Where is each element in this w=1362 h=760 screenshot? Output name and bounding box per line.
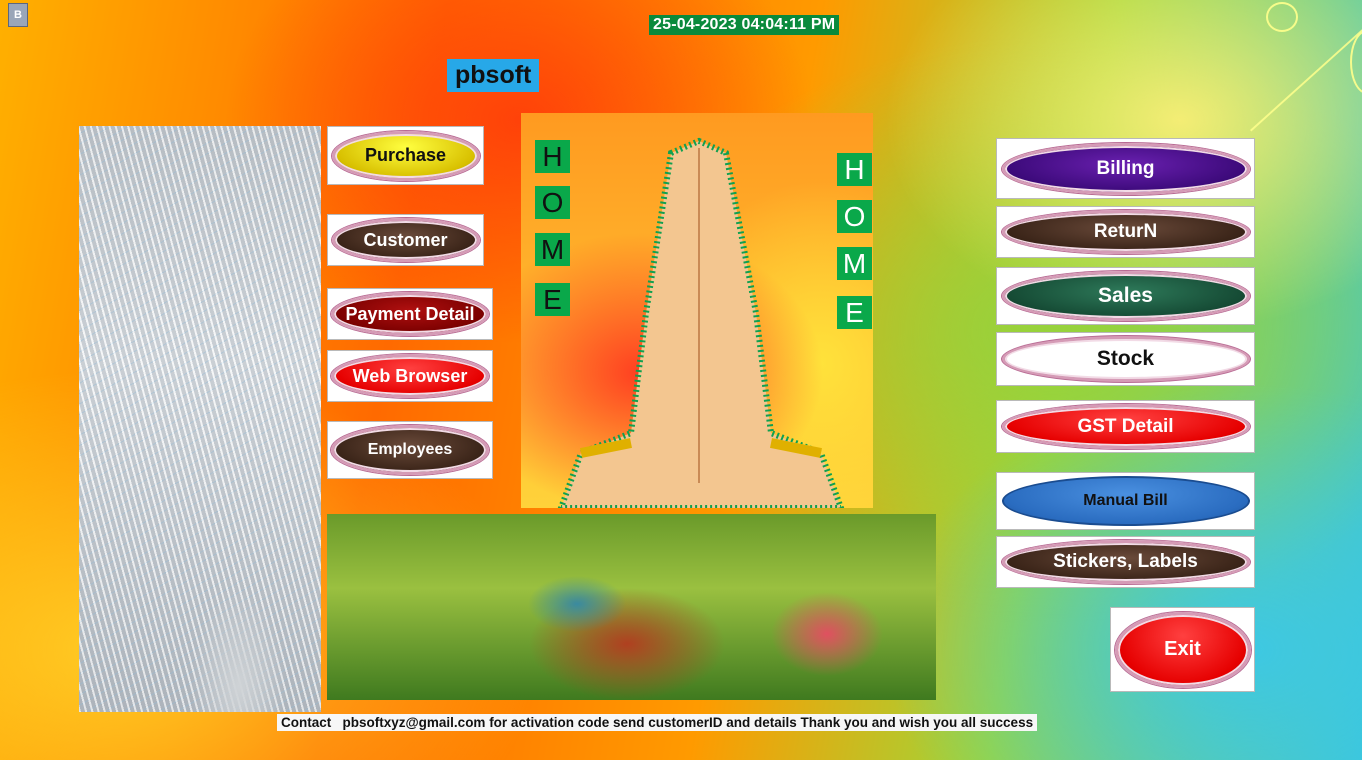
stock-pill[interactable]: Stock: [1001, 336, 1250, 382]
web-browser-pill[interactable]: Web Browser: [331, 354, 489, 398]
deco-line: [1250, 22, 1362, 132]
app-icon[interactable]: B: [8, 3, 28, 27]
gst-detail-button[interactable]: GST Detail: [996, 400, 1255, 453]
peacock-pair-image: [327, 514, 936, 700]
home-letter-left: O: [535, 186, 570, 219]
praying-hands-icon: [557, 137, 845, 508]
stickers-labels-pill[interactable]: Stickers, Labels: [1001, 540, 1250, 584]
manual-bill-button[interactable]: Manual Bill: [996, 472, 1255, 530]
purchase-button[interactable]: Purchase: [327, 126, 484, 185]
payment-detail-button[interactable]: Payment Detail: [327, 288, 493, 340]
billing-pill[interactable]: Billing: [1001, 142, 1250, 195]
home-letter-left: E: [535, 283, 570, 316]
manual-bill-pill[interactable]: Manual Bill: [1001, 476, 1250, 526]
gst-detail-pill[interactable]: GST Detail: [1001, 404, 1250, 449]
manual-bill-label: Manual Bill: [1083, 492, 1168, 509]
praying-hands-image: [521, 113, 873, 508]
home-letter-right: H: [837, 153, 872, 186]
home-letter-right: E: [837, 296, 872, 329]
stickers-labels-button[interactable]: Stickers, Labels: [996, 536, 1255, 588]
stickers-labels-label: Stickers, Labels: [1053, 551, 1198, 572]
customer-label: Customer: [363, 229, 448, 250]
return-button[interactable]: ReturN: [996, 206, 1255, 258]
customer-pill[interactable]: Customer: [331, 218, 480, 262]
sales-label: Sales: [1098, 284, 1153, 307]
stock-button[interactable]: Stock: [996, 332, 1255, 386]
exit-button[interactable]: Exit: [1110, 607, 1255, 692]
billing-label: Billing: [1096, 157, 1155, 179]
employees-label: Employees: [367, 441, 453, 458]
stock-label: Stock: [1096, 347, 1155, 370]
home-letter-right: O: [837, 200, 872, 233]
deco-circle: [1266, 2, 1298, 32]
exit-pill[interactable]: Exit: [1114, 611, 1251, 688]
datetime-display: 25-04-2023 04:04:11 PM: [649, 15, 840, 35]
purchase-label: Purchase: [364, 145, 447, 165]
exit-label: Exit: [1164, 638, 1201, 660]
sales-pill[interactable]: Sales: [1001, 271, 1250, 321]
gst-detail-label: GST Detail: [1077, 415, 1174, 437]
employees-button[interactable]: Employees: [327, 421, 493, 479]
purchase-pill[interactable]: Purchase: [331, 130, 480, 181]
home-letter-left: M: [535, 233, 570, 266]
customer-button[interactable]: Customer: [327, 214, 484, 266]
footer-contact-text: Contact pbsoftxyz@gmail.com for activati…: [277, 714, 1038, 731]
return-label: ReturN: [1093, 221, 1158, 242]
employees-pill[interactable]: Employees: [331, 425, 489, 475]
web-browser-button[interactable]: Web Browser: [327, 350, 493, 402]
payment-detail-label: Payment Detail: [345, 303, 475, 324]
web-browser-label: Web Browser: [352, 365, 468, 386]
sales-button[interactable]: Sales: [996, 267, 1255, 325]
home-letter-right: M: [837, 247, 872, 280]
return-pill[interactable]: ReturN: [1001, 210, 1250, 254]
white-peacock-image: [79, 126, 321, 712]
payment-detail-pill[interactable]: Payment Detail: [331, 292, 489, 336]
billing-button[interactable]: Billing: [996, 138, 1255, 199]
home-letter-left: H: [535, 140, 570, 173]
brand-title: pbsoft: [447, 59, 540, 92]
